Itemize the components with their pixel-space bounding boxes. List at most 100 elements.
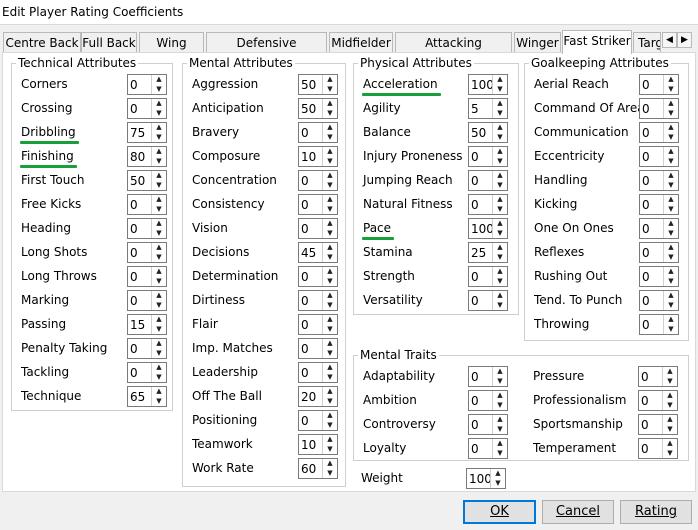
spinner-value[interactable]: 0 bbox=[471, 198, 479, 212]
spinner-value[interactable]: 45 bbox=[301, 246, 316, 260]
spin-down-icon[interactable]: ▼ bbox=[323, 253, 337, 262]
spin-up-icon[interactable]: ▲ bbox=[152, 219, 166, 228]
spin-up-icon[interactable]: ▲ bbox=[323, 435, 337, 444]
value-spinner[interactable]: 0 ▲ ▼ bbox=[639, 98, 679, 119]
spinner-value[interactable]: 65 bbox=[130, 390, 145, 404]
value-spinner[interactable]: 0 ▲ ▼ bbox=[298, 290, 338, 311]
spinner-value[interactable]: 25 bbox=[471, 246, 486, 260]
spinner-value[interactable]: 100 bbox=[471, 78, 494, 92]
spin-up-icon[interactable]: ▲ bbox=[664, 315, 678, 324]
spin-down-icon[interactable]: ▼ bbox=[152, 373, 166, 382]
spin-up-icon[interactable]: ▲ bbox=[323, 243, 337, 252]
spin-up-icon[interactable]: ▲ bbox=[323, 75, 337, 84]
spin-up-icon[interactable]: ▲ bbox=[493, 391, 507, 400]
spin-up-icon[interactable]: ▲ bbox=[152, 339, 166, 348]
spin-up-icon[interactable]: ▲ bbox=[323, 459, 337, 468]
spinner-value[interactable]: 0 bbox=[130, 198, 138, 212]
spinner-value[interactable]: 0 bbox=[642, 102, 650, 116]
spin-down-icon[interactable]: ▼ bbox=[152, 301, 166, 310]
spin-up-icon[interactable]: ▲ bbox=[152, 123, 166, 132]
spin-up-icon[interactable]: ▲ bbox=[152, 291, 166, 300]
spin-up-icon[interactable]: ▲ bbox=[663, 391, 677, 400]
spin-up-icon[interactable]: ▲ bbox=[323, 339, 337, 348]
spin-down-icon[interactable]: ▼ bbox=[493, 401, 507, 410]
tab-scroll-right-icon[interactable]: ▶ bbox=[677, 32, 692, 48]
spin-down-icon[interactable]: ▼ bbox=[323, 109, 337, 118]
spinner-value[interactable]: 0 bbox=[301, 342, 309, 356]
spin-up-icon[interactable]: ▲ bbox=[323, 315, 337, 324]
spin-down-icon[interactable]: ▼ bbox=[493, 377, 507, 386]
value-spinner[interactable]: 60 ▲ ▼ bbox=[298, 458, 338, 479]
spin-down-icon[interactable]: ▼ bbox=[152, 277, 166, 286]
value-spinner[interactable]: 10 ▲ ▼ bbox=[298, 434, 338, 455]
spin-up-icon[interactable]: ▲ bbox=[493, 99, 507, 108]
spin-up-icon[interactable]: ▲ bbox=[663, 415, 677, 424]
spinner-value[interactable]: 0 bbox=[301, 198, 309, 212]
value-spinner[interactable]: 0 ▲ ▼ bbox=[639, 146, 679, 167]
spin-up-icon[interactable]: ▲ bbox=[152, 75, 166, 84]
spinner-value[interactable]: 0 bbox=[641, 442, 649, 456]
spinner-value[interactable]: 0 bbox=[471, 370, 479, 384]
value-spinner[interactable]: 0 ▲ ▼ bbox=[638, 414, 678, 435]
spin-down-icon[interactable]: ▼ bbox=[152, 229, 166, 238]
spinner-value[interactable]: 50 bbox=[471, 126, 486, 140]
value-spinner[interactable]: 100 ▲ ▼ bbox=[468, 74, 508, 95]
spin-up-icon[interactable]: ▲ bbox=[323, 267, 337, 276]
spinner-value[interactable]: 60 bbox=[301, 462, 316, 476]
spin-up-icon[interactable]: ▲ bbox=[152, 171, 166, 180]
spinner-value[interactable]: 0 bbox=[130, 78, 138, 92]
spin-down-icon[interactable]: ▼ bbox=[664, 253, 678, 262]
value-spinner[interactable]: 0 ▲ ▼ bbox=[468, 266, 508, 287]
spin-down-icon[interactable]: ▼ bbox=[152, 253, 166, 262]
spinner-value[interactable]: 0 bbox=[642, 270, 650, 284]
value-spinner[interactable]: 0 ▲ ▼ bbox=[639, 266, 679, 287]
value-spinner[interactable]: 0 ▲ ▼ bbox=[298, 338, 338, 359]
spinner-value[interactable]: 0 bbox=[641, 418, 649, 432]
spinner-value[interactable]: 0 bbox=[642, 198, 650, 212]
spin-down-icon[interactable]: ▼ bbox=[493, 181, 507, 190]
value-spinner[interactable]: 5 ▲ ▼ bbox=[468, 98, 508, 119]
value-spinner[interactable]: 50 ▲ ▼ bbox=[127, 170, 167, 191]
value-spinner[interactable]: 0 ▲ ▼ bbox=[127, 266, 167, 287]
value-spinner[interactable]: 75 ▲ ▼ bbox=[127, 122, 167, 143]
spin-up-icon[interactable]: ▲ bbox=[152, 387, 166, 396]
spin-up-icon[interactable]: ▲ bbox=[323, 171, 337, 180]
value-spinner[interactable]: 0 ▲ ▼ bbox=[468, 290, 508, 311]
spin-down-icon[interactable]: ▼ bbox=[664, 181, 678, 190]
spin-down-icon[interactable]: ▼ bbox=[664, 301, 678, 310]
tab-full-back[interactable]: Full Back bbox=[81, 32, 137, 52]
value-spinner[interactable]: 0 ▲ ▼ bbox=[298, 314, 338, 335]
spin-down-icon[interactable]: ▼ bbox=[663, 401, 677, 410]
spin-down-icon[interactable]: ▼ bbox=[152, 157, 166, 166]
spin-down-icon[interactable]: ▼ bbox=[323, 181, 337, 190]
spin-up-icon[interactable]: ▲ bbox=[663, 367, 677, 376]
spinner-value[interactable]: 5 bbox=[471, 102, 479, 116]
spinner-value[interactable]: 0 bbox=[471, 270, 479, 284]
spinner-value[interactable]: 0 bbox=[301, 414, 309, 428]
spinner-value[interactable]: 0 bbox=[130, 366, 138, 380]
spinner-value[interactable]: 0 bbox=[130, 222, 138, 236]
spin-up-icon[interactable]: ▲ bbox=[664, 171, 678, 180]
spin-down-icon[interactable]: ▼ bbox=[664, 229, 678, 238]
value-spinner[interactable]: 0 ▲ ▼ bbox=[127, 242, 167, 263]
spin-down-icon[interactable]: ▼ bbox=[493, 85, 507, 94]
spinner-value[interactable]: 50 bbox=[301, 78, 316, 92]
spin-up-icon[interactable]: ▲ bbox=[493, 291, 507, 300]
value-spinner[interactable]: 100 ▲ ▼ bbox=[468, 218, 508, 239]
spin-up-icon[interactable]: ▲ bbox=[491, 469, 505, 478]
spin-up-icon[interactable]: ▲ bbox=[664, 243, 678, 252]
spinner-value[interactable]: 0 bbox=[301, 294, 309, 308]
spin-down-icon[interactable]: ▼ bbox=[323, 301, 337, 310]
value-spinner[interactable]: 0 ▲ ▼ bbox=[127, 218, 167, 239]
spinner-value[interactable]: 0 bbox=[301, 126, 309, 140]
spinner-value[interactable]: 0 bbox=[301, 270, 309, 284]
spin-down-icon[interactable]: ▼ bbox=[323, 397, 337, 406]
tab-attacking-midfielder[interactable]: Attacking Midfielder bbox=[395, 32, 512, 70]
spin-up-icon[interactable]: ▲ bbox=[493, 243, 507, 252]
tab-scroll-left-icon[interactable]: ◀ bbox=[662, 32, 677, 48]
value-spinner[interactable]: 15 ▲ ▼ bbox=[127, 314, 167, 335]
value-spinner[interactable]: 0 ▲ ▼ bbox=[127, 98, 167, 119]
spin-down-icon[interactable]: ▼ bbox=[664, 109, 678, 118]
spin-up-icon[interactable]: ▲ bbox=[493, 367, 507, 376]
tab-defensive-midfielder[interactable]: Defensive Midfielder bbox=[206, 32, 327, 70]
